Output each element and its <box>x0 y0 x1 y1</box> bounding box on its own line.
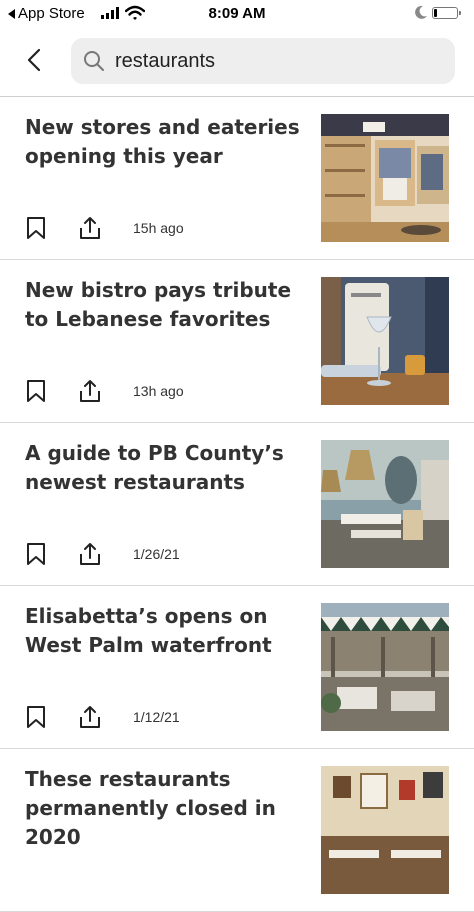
share-icon[interactable] <box>77 378 103 404</box>
article-thumbnail[interactable] <box>321 440 449 568</box>
article-timestamp: 1/26/21 <box>133 546 180 562</box>
article-item[interactable]: New bistro pays tribute to Lebanese favo… <box>0 260 474 423</box>
moon-icon <box>415 5 427 19</box>
article-timestamp: 15h ago <box>133 220 184 236</box>
article-title[interactable]: Elisabetta’s opens on West Palm waterfro… <box>25 602 300 660</box>
article-timestamp: 13h ago <box>133 383 184 399</box>
search-header <box>0 28 474 96</box>
bookmark-icon[interactable] <box>25 542 47 566</box>
article-thumbnail[interactable] <box>321 603 449 731</box>
status-bar: App Store 8:09 AM <box>0 0 474 28</box>
article-actions: 1/12/21 <box>25 704 180 730</box>
article-item[interactable]: A guide to PB County’s newest restaurant… <box>0 423 474 586</box>
article-thumbnail[interactable] <box>321 277 449 405</box>
article-title[interactable]: A guide to PB County’s newest restaurant… <box>25 439 300 497</box>
search-input[interactable] <box>113 48 437 74</box>
results-list: New stores and eateries opening this yea… <box>0 97 474 912</box>
chevron-left-icon <box>27 48 41 72</box>
article-item[interactable]: New stores and eateries opening this yea… <box>0 97 474 260</box>
battery-icon <box>432 7 461 19</box>
search-icon <box>84 51 104 71</box>
search-bar[interactable] <box>71 38 455 84</box>
article-thumbnail[interactable] <box>321 114 449 242</box>
article-item[interactable]: These restaurants permanently closed in … <box>0 749 474 912</box>
article-actions: 1/26/21 <box>25 541 180 567</box>
article-title[interactable]: These restaurants permanently closed in … <box>25 765 300 852</box>
article-thumbnail[interactable] <box>321 766 449 894</box>
article-title[interactable]: New stores and eateries opening this yea… <box>25 113 300 171</box>
article-actions: 13h ago <box>25 378 184 404</box>
share-icon[interactable] <box>77 541 103 567</box>
share-icon[interactable] <box>77 215 103 241</box>
article-actions: 15h ago <box>25 215 184 241</box>
bookmark-icon[interactable] <box>25 216 47 240</box>
back-button[interactable] <box>18 42 50 78</box>
status-time: 8:09 AM <box>208 5 266 22</box>
bookmark-icon[interactable] <box>25 379 47 403</box>
article-timestamp: 1/12/21 <box>133 709 180 725</box>
article-title[interactable]: New bistro pays tribute to Lebanese favo… <box>25 276 300 334</box>
share-icon[interactable] <box>77 704 103 730</box>
bookmark-icon[interactable] <box>25 705 47 729</box>
article-item[interactable]: Elisabetta’s opens on West Palm waterfro… <box>0 586 474 749</box>
